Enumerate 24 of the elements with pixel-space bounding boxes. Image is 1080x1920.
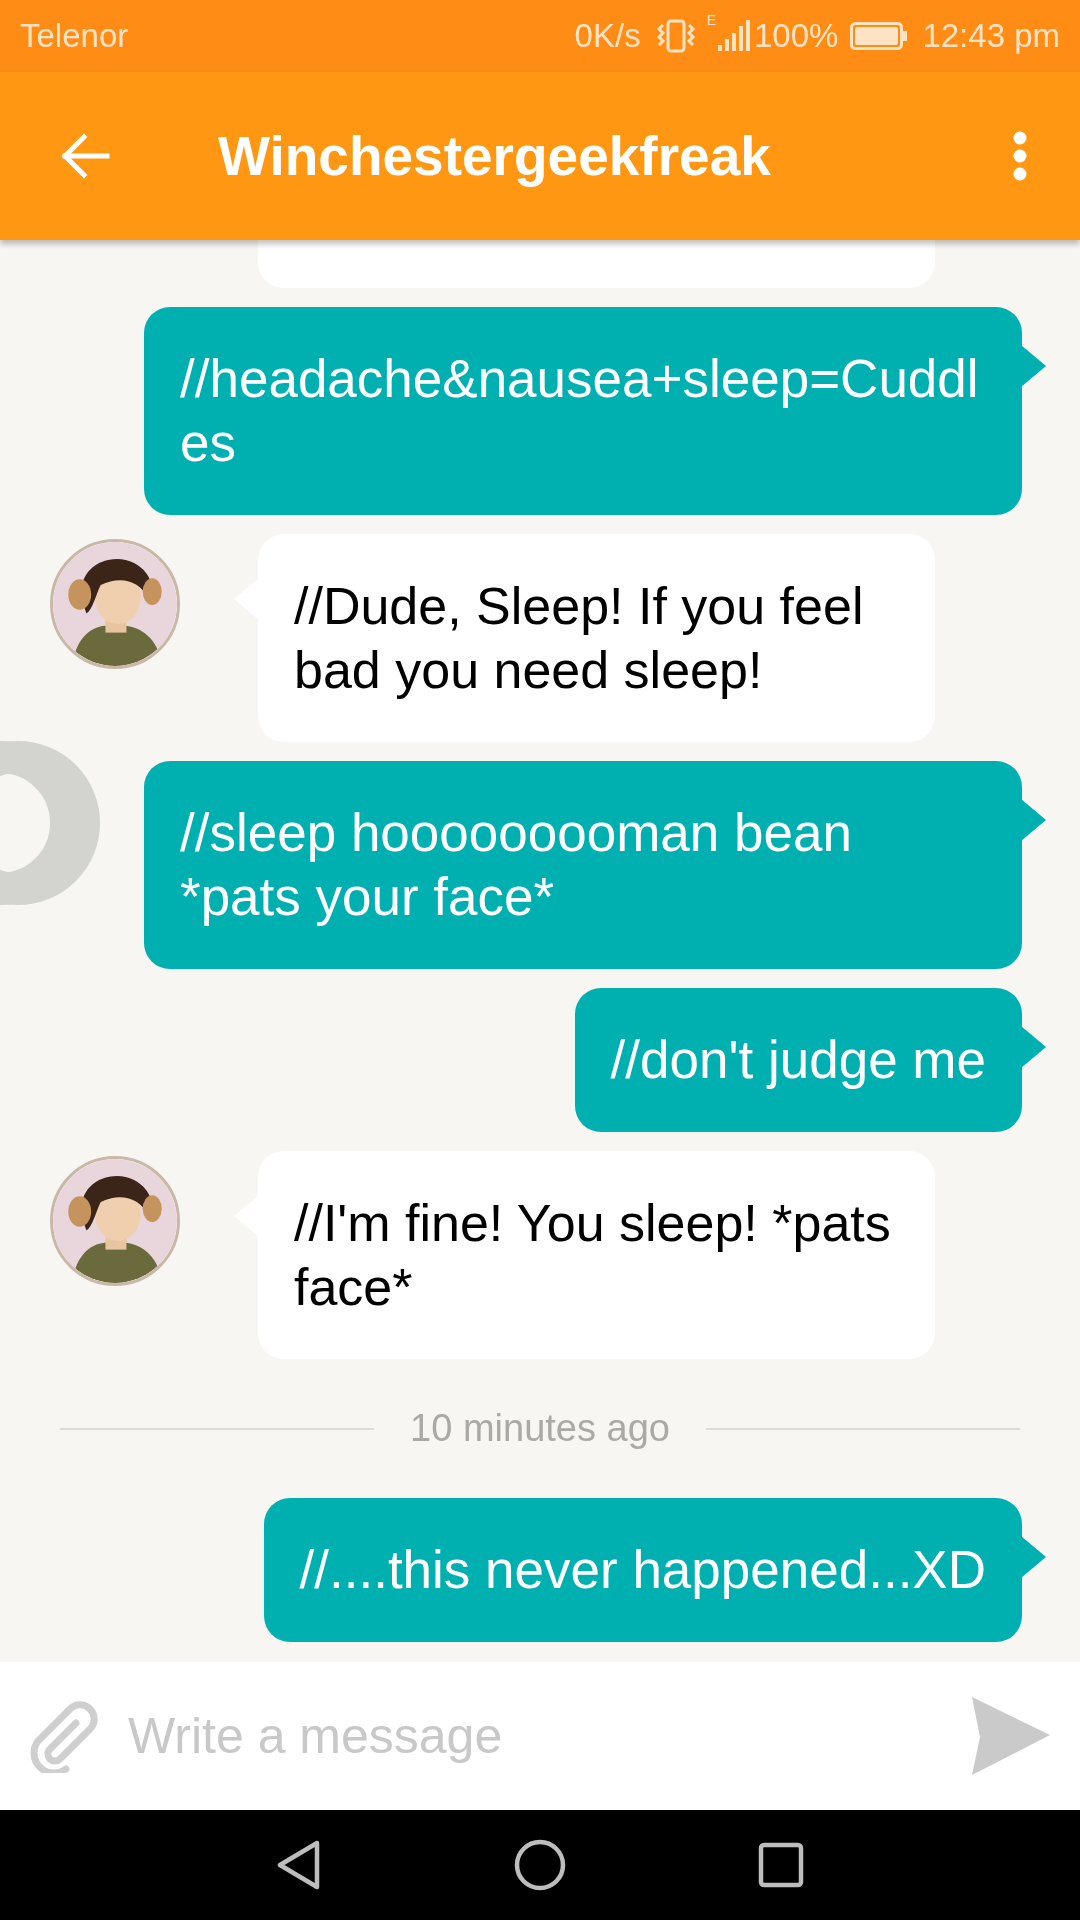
bubble-tail-icon [1021, 1536, 1046, 1578]
bubble-tail-icon [1021, 799, 1046, 841]
home-circle-icon [514, 1839, 566, 1891]
clock-label: 12:43 pm [922, 16, 1060, 57]
refresh-spinner-icon [0, 740, 102, 906]
signal-icon [716, 19, 750, 53]
network-type-label: E [706, 11, 716, 30]
bubble-tail-icon [1021, 345, 1046, 387]
battery-percent-label: 100% [754, 16, 839, 57]
bubble-tail-icon [1021, 1026, 1046, 1068]
battery-icon [850, 22, 909, 50]
back-triangle-icon [277, 1840, 321, 1890]
timestamp-label: 10 minutes ago [410, 1406, 670, 1451]
carrier-label: Telenor [20, 16, 129, 57]
back-arrow-icon [61, 133, 111, 179]
send-icon [970, 1697, 1050, 1775]
recents-square-icon [758, 1842, 804, 1888]
chat-title: Winchestergeekfreak [218, 123, 771, 189]
kebab-menu-icon [1013, 131, 1027, 181]
attach-button[interactable] [0, 1662, 128, 1810]
send-button[interactable] [950, 1662, 1080, 1810]
vibrate-icon [654, 19, 697, 53]
nav-home-button[interactable] [512, 1837, 568, 1893]
network-speed-label: 0K/s [574, 16, 641, 57]
